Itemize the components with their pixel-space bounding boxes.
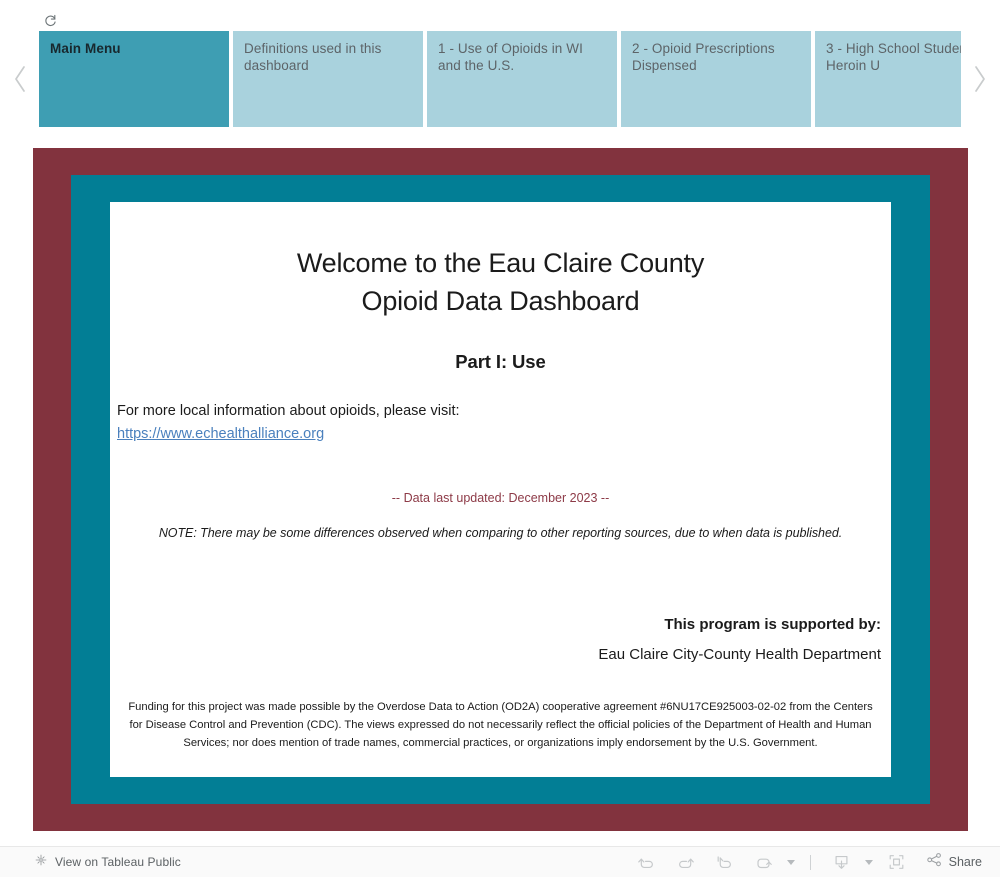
support-organization: Eau Claire City-County Health Department [598,646,881,663]
data-note-text: NOTE: There may be some differences obse… [158,526,843,540]
redo-icon[interactable] [666,847,705,877]
page-subtitle: Part I: Use [455,351,546,372]
support-heading: This program is supported by: [664,616,881,633]
reload-icon[interactable] [40,10,60,30]
page-title-line-2: Opioid Data Dashboard [361,286,640,316]
toolbar-divider [809,854,811,870]
tableau-logo-icon [34,853,48,872]
download-icon[interactable] [822,847,861,877]
last-updated-text: -- Data last updated: December 2023 -- [391,491,610,505]
tab-definitions[interactable]: Definitions used in this dashboard [233,31,423,127]
visit-text: For more local information about opioids… [117,403,460,419]
view-on-tableau-public-label: View on Tableau Public [55,855,181,869]
tab-track: Main Menu Definitions used in this dashb… [39,31,961,127]
support-block: This program is supported by: Eau Claire… [116,614,885,666]
share-button[interactable]: Share [916,852,988,873]
tab-opioid-prescriptions-dispensed[interactable]: 2 - Opioid Prescriptions Dispensed [621,31,811,127]
tab-main-menu[interactable]: Main Menu [39,31,229,127]
page-title: Welcome to the Eau Claire County Opioid … [116,202,885,320]
share-icon [926,852,943,873]
tab-use-of-opioids[interactable]: 1 - Use of Opioids in WI and the U.S. [427,31,617,127]
echealthalliance-link[interactable]: https://www.echealthalliance.org [116,424,885,445]
chevron-right-icon[interactable] [960,31,1000,127]
undo-icon[interactable] [627,847,666,877]
tab-strip: Main Menu Definitions used in this dashb… [0,31,1000,127]
dashboard-inner-frame: Welcome to the Eau Claire County Opioid … [71,175,930,804]
bottom-toolbar: View on Tableau Public Share [0,846,1000,877]
funding-disclaimer: Funding for this project was made possib… [128,701,873,749]
toolbar-actions: Share [627,847,988,877]
dashboard-outer-frame: Welcome to the Eau Claire County Opioid … [33,148,968,831]
tab-window: Main Menu Definitions used in this dashb… [39,31,961,127]
share-label: Share [948,855,982,869]
fullscreen-icon[interactable] [877,847,916,877]
download-dropdown-chevron-down-icon[interactable] [861,847,877,877]
page-title-line-1: Welcome to the Eau Claire County [296,248,705,278]
view-on-tableau-public-button[interactable]: View on Tableau Public [34,853,181,872]
refresh-dropdown-chevron-down-icon[interactable] [783,847,799,877]
tableau-dashboard-viewer: Main Menu Definitions used in this dashb… [0,0,1000,877]
tab-high-school-students-heroin-use[interactable]: 3 - High School Students Heroin U [815,31,961,127]
dashboard-card: Welcome to the Eau Claire County Opioid … [110,202,891,777]
revert-icon[interactable] [705,847,744,877]
refresh-icon[interactable] [744,847,783,877]
chevron-left-icon[interactable] [0,31,40,127]
